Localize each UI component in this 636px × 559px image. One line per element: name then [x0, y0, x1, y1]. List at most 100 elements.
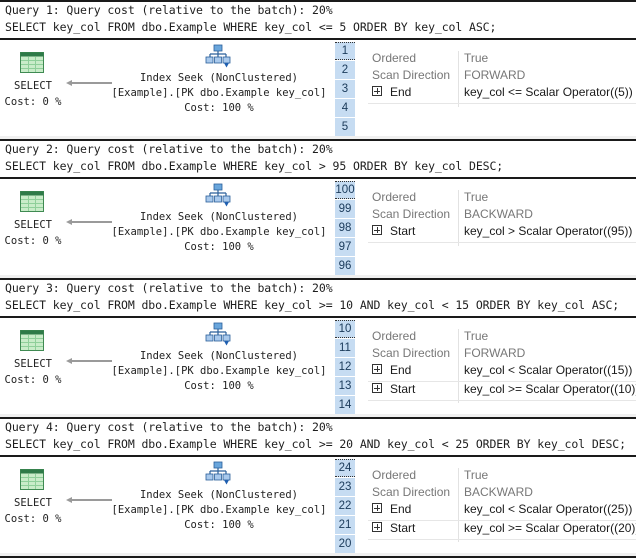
property-value: BACKWARD [464, 207, 533, 221]
operator-name: Index Seek (NonClustered) [139, 350, 299, 362]
result-row[interactable]: 20 [335, 535, 355, 553]
property-name-text: Start [390, 521, 416, 535]
table-grid-icon [20, 469, 44, 490]
property-row: Ordered True [368, 468, 636, 485]
property-name: Scan Direction [372, 346, 450, 360]
property-row[interactable]: Start key_col >= Scalar Operator((20)) [368, 521, 636, 540]
property-row[interactable]: End key_col <= Scalar Operator((5)) [368, 85, 636, 104]
plus-box-icon[interactable] [372, 383, 382, 393]
property-name-text: End [390, 363, 412, 377]
result-row[interactable]: 11 [335, 339, 355, 357]
property-value: True [464, 468, 489, 482]
operator-cost: Cost: 100 % [184, 380, 254, 392]
property-row: Scan Direction BACKWARD [368, 207, 636, 224]
property-name-text: End [390, 502, 412, 516]
divider [0, 0, 636, 2]
property-name-text: Scan Direction [372, 485, 451, 499]
result-row[interactable]: 1 [335, 42, 355, 60]
property-name: Ordered [372, 190, 416, 204]
result-row[interactable]: 21 [335, 516, 355, 534]
divider [0, 417, 636, 419]
property-name: Ordered [372, 329, 416, 343]
result-row[interactable]: 99 [335, 200, 355, 218]
result-row[interactable]: 2 [335, 61, 355, 79]
plus-box-icon[interactable] [372, 86, 382, 96]
table-grid-icon [20, 191, 44, 212]
property-value: key_col >= Scalar Operator((10)) [464, 382, 636, 396]
query-cost-label: Query 4: Query cost (relative to the bat… [5, 420, 333, 434]
plan-diagram: SELECT Cost: 0 % Index Seek (NonClustere… [0, 179, 636, 275]
property-name: Start [372, 521, 415, 535]
result-row[interactable]: 24 [335, 459, 355, 477]
property-name-text: Scan Direction [372, 68, 451, 82]
result-row[interactable]: 13 [335, 377, 355, 395]
property-row[interactable]: Start key_col > Scalar Operator((95)) [368, 224, 636, 243]
property-name: End [372, 363, 411, 377]
property-grid: Ordered True Scan Direction BACKWARD End key_… [368, 468, 636, 540]
plus-box-icon[interactable] [372, 364, 382, 374]
result-row[interactable]: 100 [335, 181, 355, 199]
property-value: key_col > Scalar Operator((95)) [464, 224, 633, 238]
operator-cost: Cost: 100 % [184, 102, 254, 114]
result-row[interactable]: 23 [335, 478, 355, 496]
property-name: Ordered [372, 468, 416, 482]
property-row: Scan Direction BACKWARD [368, 485, 636, 502]
plan-diagram: SELECT Cost: 0 % Index Seek (NonClustere… [0, 318, 636, 414]
plan-diagram: SELECT Cost: 0 % Index Seek (NonClustere… [0, 40, 636, 136]
property-name-text: Ordered [372, 468, 417, 482]
property-row[interactable]: End key_col < Scalar Operator((15)) [368, 363, 636, 382]
result-rows: 10 11 12 13 14 [335, 320, 355, 415]
result-rows: 12345 [335, 42, 355, 137]
property-name-text: Ordered [372, 329, 417, 343]
divider [0, 139, 636, 141]
query-plan-panel-2: Query 2: Query cost (relative to the bat… [0, 139, 636, 278]
query-cost-label: Query 1: Query cost (relative to the bat… [5, 3, 333, 17]
query-sql-text: SELECT key_col FROM dbo.Example WHERE ke… [5, 159, 504, 173]
index-seek-icon [205, 461, 231, 485]
property-value: key_col < Scalar Operator((25)) [464, 502, 633, 516]
property-name: End [372, 502, 411, 516]
property-row[interactable]: End key_col < Scalar Operator((25)) [368, 502, 636, 521]
property-name: Scan Direction [372, 68, 450, 82]
result-row[interactable]: 12 [335, 358, 355, 376]
result-row[interactable]: 96 [335, 257, 355, 275]
query-header: Query 1: Query cost (relative to the bat… [0, 0, 636, 40]
property-name-text: Ordered [372, 190, 417, 204]
property-value: True [464, 51, 489, 65]
result-row[interactable]: 5 [335, 118, 355, 136]
property-name-text: Start [390, 224, 416, 238]
result-row[interactable]: 10 [335, 320, 355, 338]
property-grid: Ordered True Scan Direction BACKWARD Start ke… [368, 190, 636, 243]
property-value: BACKWARD [464, 485, 533, 499]
operator-object: [Example].[PK dbo.Example key_col] [111, 504, 327, 516]
property-value: key_col < Scalar Operator((15)) [464, 363, 633, 377]
property-row: Scan Direction FORWARD [368, 68, 636, 85]
property-value: True [464, 329, 489, 343]
query-plan-panel-4: Query 4: Query cost (relative to the bat… [0, 417, 636, 556]
property-row[interactable]: Start key_col >= Scalar Operator((10)) [368, 382, 636, 401]
divider [0, 278, 636, 280]
result-row[interactable]: 97 [335, 238, 355, 256]
property-grid: Ordered True Scan Direction FORWARD End key_c… [368, 51, 636, 104]
operator-name: SELECT [14, 219, 52, 231]
divider [0, 556, 636, 558]
operator-cost: Cost: 0 % [4, 235, 62, 247]
index-seek-icon [205, 44, 231, 68]
result-row[interactable]: 4 [335, 99, 355, 117]
plus-box-icon[interactable] [372, 225, 382, 235]
result-row[interactable]: 22 [335, 497, 355, 515]
operator-name: SELECT [14, 80, 52, 92]
plus-box-icon[interactable] [372, 522, 382, 532]
property-value: FORWARD [464, 346, 526, 360]
query-header: Query 3: Query cost (relative to the bat… [0, 278, 636, 318]
table-grid-icon [20, 330, 44, 351]
result-row[interactable]: 14 [335, 396, 355, 414]
plan-diagram: SELECT Cost: 0 % Index Seek (NonClustere… [0, 457, 636, 553]
result-row[interactable]: 98 [335, 219, 355, 237]
plus-box-icon[interactable] [372, 503, 382, 513]
operator-object: [Example].[PK dbo.Example key_col] [111, 87, 327, 99]
property-row: Ordered True [368, 190, 636, 207]
index-seek-icon [205, 183, 231, 207]
result-row[interactable]: 3 [335, 80, 355, 98]
property-row: Ordered True [368, 329, 636, 346]
